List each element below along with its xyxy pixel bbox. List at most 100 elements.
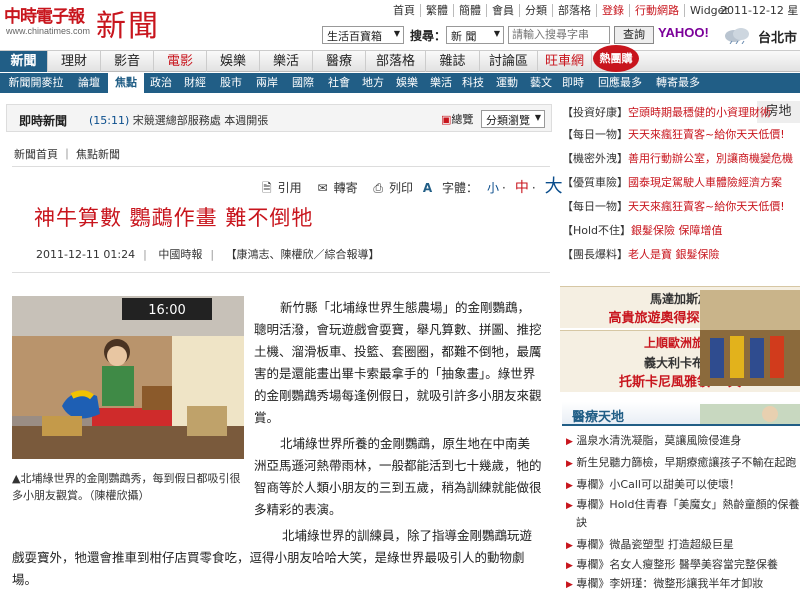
breaking-news-headline[interactable]: 宋競選總部服務處 本週開張	[133, 114, 269, 127]
nav-magazine[interactable]: 雜誌	[426, 51, 480, 72]
subnav-local[interactable]: 地方	[358, 73, 388, 93]
cite-button[interactable]: 🗎 引用	[256, 181, 302, 195]
bullet-icon: ▶	[566, 481, 573, 491]
promo-link[interactable]: 【每日一物】天天來瘋狂賣客~給你天天低價!	[562, 124, 785, 146]
search-type-select[interactable]: 新 聞	[446, 26, 504, 44]
subnav-economy[interactable]: 財經	[178, 73, 212, 93]
nav-car[interactable]: 旺車網	[538, 51, 592, 72]
toplink-blog[interactable]: 部落格	[552, 4, 596, 17]
nav-movie[interactable]: 電影	[154, 51, 207, 72]
promo-link[interactable]: 【優質車險】國泰現定駕駛人車體險經濟方案	[562, 172, 782, 194]
nav-video[interactable]: 影音	[101, 51, 154, 72]
yahoo-logo[interactable]: YAHOO!	[658, 25, 709, 40]
medical-link[interactable]: ▶ 新生兒聽力篩檢，早期療癒讓孩子不輸在起跑	[566, 454, 796, 470]
bullet-icon: ▶	[566, 561, 573, 571]
weather-city[interactable]: 台北市	[758, 27, 797, 46]
subnav-opinion[interactable]: 論壇	[72, 73, 106, 93]
subnav-arts[interactable]: 藝文	[526, 73, 556, 93]
bullet-icon: ▶	[566, 580, 573, 590]
toplink-trad[interactable]: 繁體	[420, 4, 453, 17]
print-icon: ⎙	[373, 181, 384, 195]
medical-link[interactable]: ▶ 專欄》微晶瓷塑型 打造超級巨星	[566, 536, 734, 552]
search-button[interactable]: 查詢	[614, 26, 654, 44]
promo-text: 國泰現定駕駛人車體險經濟方案	[628, 176, 782, 189]
medical-link[interactable]: ▶ 專欄》小Call可以甜美可以使壞！	[566, 476, 740, 492]
toplink-member[interactable]: 會員	[486, 4, 519, 17]
search-input[interactable]	[508, 26, 610, 44]
toplink-login[interactable]: 登錄	[596, 4, 629, 17]
subnav-realtime[interactable]: 即時	[558, 73, 588, 93]
site-logo[interactable]: 中時電子報 www.chinatimes.com	[4, 2, 96, 42]
bullet-icon: ▶	[566, 437, 573, 447]
subnav-focus[interactable]: 焦點	[108, 73, 144, 93]
medical-link[interactable]: ▶ 專欄》名女人瘦整形 醫學美容當完整保養	[566, 556, 778, 572]
promo-link[interactable]: 【機密外洩】善用行動辦公室，別讓商機變危機	[562, 148, 793, 170]
promo-text: 銀髮保險 保障增值	[631, 224, 723, 237]
subnav-lifestyle[interactable]: 樂活	[426, 73, 456, 93]
site-header: 中時電子報 www.chinatimes.com 新聞 首頁 繁體 簡體 會員 分類 部落…	[0, 0, 800, 46]
nav-entertainment[interactable]: 娛樂	[207, 51, 260, 72]
font-small-button[interactable]: 小	[484, 181, 502, 195]
nav-blog[interactable]: 部落格	[366, 51, 426, 72]
medical-link[interactable]: ▶ 專欄》李妍瑾：微整形讓我半年才卸妝	[566, 575, 763, 591]
subnav-entertainment[interactable]: 娛樂	[390, 73, 424, 93]
nav-finance[interactable]: 理財	[48, 51, 101, 72]
article-meta: 2011-12-11 01:24 | 中國時報 | 【康鴻志、陳權欣／綜合報導】	[36, 248, 380, 261]
subnav-most-forwarded[interactable]: 轉寄最多	[650, 73, 706, 93]
group-buy-badge[interactable]: 熱團購	[593, 45, 639, 72]
subnav-cross-strait[interactable]: 兩岸	[250, 73, 284, 93]
nav-forum[interactable]: 討論區	[480, 51, 538, 72]
category-browse-select[interactable]: 分類瀏覽	[481, 110, 545, 128]
toplink-simp[interactable]: 簡體	[453, 4, 486, 17]
forward-label: 轉寄	[333, 181, 358, 195]
subnav-video[interactable]: 新聞開麥拉	[2, 73, 70, 93]
promo-text: 天天來瘋狂賣客~給你天天低價!	[628, 200, 785, 213]
promo-tag: 【每日一物】	[562, 128, 628, 141]
nav-news[interactable]: 新聞	[0, 51, 48, 72]
subnav-most-replied[interactable]: 回應最多	[592, 73, 648, 93]
medical-link[interactable]: ▶ 專欄》Hold住青春「美魔女」熱齡童顏的保養	[566, 496, 799, 512]
subnav-stock[interactable]: 股市	[214, 73, 248, 93]
logo-name: 中時電子報	[4, 7, 85, 27]
forward-button[interactable]: ✉ 轉寄	[312, 181, 358, 195]
breaking-news-time: (15:11)	[89, 114, 130, 127]
article-photo[interactable]: 16:00	[12, 296, 244, 459]
subnav-sports[interactable]: 運動	[490, 73, 524, 93]
subnav-international[interactable]: 國際	[286, 73, 320, 93]
medical-link-text: 新生兒聽力篩檢，早期療癒讓孩子不輸在起跑	[576, 456, 797, 469]
breaking-news-item[interactable]: (15:11) 宋競選總部服務處 本週開張	[89, 112, 268, 128]
promo-text: 空頭時期最穩健的小資理財術	[628, 106, 771, 119]
promo-link[interactable]: 【投資好康】空頭時期最穩健的小資理財術	[562, 102, 771, 124]
promo-tag: 【Hold不住】	[562, 224, 632, 237]
travel-ad-image[interactable]	[700, 290, 800, 386]
promo-link[interactable]: 【團長爆料】老人是寶 銀髮保險	[562, 244, 720, 266]
category-select[interactable]: 生活百寶箱	[322, 26, 404, 44]
toplink-home[interactable]: 首頁	[388, 4, 420, 17]
medical-link-text: 訣	[576, 516, 587, 529]
divider	[12, 272, 550, 273]
medical-link-text: 專欄》Hold住青春「美魔女」熱齡童顏的保養	[576, 498, 800, 511]
promo-tag: 【投資好康】	[562, 106, 628, 119]
promo-link[interactable]: 【Hold不住】銀髮保險 保障增值	[562, 220, 723, 242]
medical-link-text: 溫泉水清洗凝脂，莫讓風險侵進身	[576, 434, 742, 447]
toplink-mobile[interactable]: 行動網路	[629, 4, 684, 17]
article-headline: 神牛算數 鸚鵡作畫 難不倒牠	[34, 206, 314, 230]
subnav-politics[interactable]: 政治	[146, 73, 176, 93]
nav-lifestyle[interactable]: 樂活	[260, 51, 313, 72]
nav-medical[interactable]: 醫療	[313, 51, 366, 72]
subnav-tech[interactable]: 科技	[458, 73, 488, 93]
breaking-news-bar: 即時新聞 (15:11) 宋競選總部服務處 本週開張 ▣總覽 分類瀏覽	[6, 104, 552, 132]
article-tools: 🗎 引用 ✉ 轉寄 ⎙ 列印 A 字體：小 · 中 · 大	[250, 172, 566, 200]
toplink-category[interactable]: 分類	[519, 4, 552, 17]
photo-caption: ▲北埔綠世界的金剛鸚鵡秀，每到假日都吸引很多小朋友觀賞。（陳權欣攝）	[12, 472, 241, 502]
print-button[interactable]: ⎙ 列印	[367, 181, 413, 195]
medical-link[interactable]: ▶ 溫泉水清洗凝脂，莫讓風險侵進身	[566, 432, 741, 448]
promo-tag: 【優質車險】	[562, 176, 628, 189]
subnav-society[interactable]: 社會	[322, 73, 356, 93]
promo-link[interactable]: 【每日一物】天天來瘋狂賣客~給你天天低價!	[562, 196, 785, 218]
breadcrumb[interactable]: 新聞首頁 ｜ 焦點新聞	[14, 146, 120, 162]
medical-link-text: 專欄》李妍瑾：微整形讓我半年才卸妝	[576, 577, 764, 590]
archive-link[interactable]: ▣總覽	[441, 111, 473, 127]
font-medium-button[interactable]: 中	[512, 180, 532, 196]
medical-link-cont[interactable]: 訣	[576, 514, 587, 530]
